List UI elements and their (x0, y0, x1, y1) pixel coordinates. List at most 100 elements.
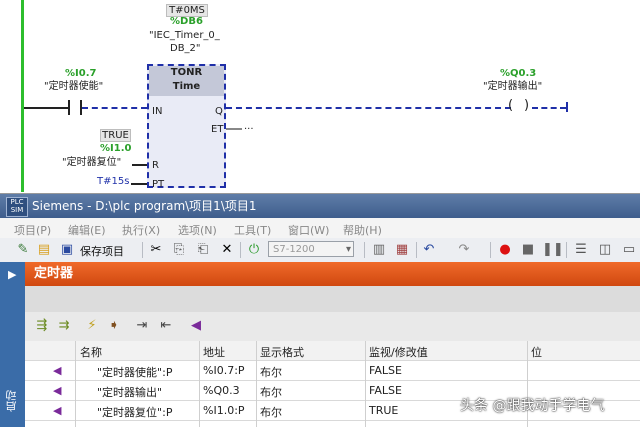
tag-icon: ◀ (53, 364, 62, 377)
tonr-block[interactable]: TONR Time IN Q ET R PT (147, 64, 226, 190)
db-tag: %DB6 (170, 16, 203, 27)
col-name: 名称 (80, 346, 102, 359)
column-divider (75, 341, 76, 427)
row-address: %Q0.3 (203, 384, 240, 397)
table-title: 定时器 (34, 266, 74, 281)
row-value[interactable]: TRUE (369, 404, 398, 417)
paste-icon[interactable]: ⎗ (194, 241, 212, 259)
separator (142, 242, 143, 258)
chevron-down-icon: ▾ (345, 244, 351, 255)
pt-wire (131, 183, 147, 185)
row-name: "定时器使能":P (97, 366, 173, 379)
row-format[interactable]: 布尔 (260, 364, 282, 380)
row-name: "定时器复位":P (97, 406, 173, 419)
module-icon[interactable]: ▥ (370, 241, 388, 259)
row-address: %I1.0:P (203, 404, 245, 417)
reset-name: "定时器复位" (62, 157, 122, 168)
pin-et: ET (211, 124, 224, 135)
col-format: 显示格式 (260, 346, 304, 359)
stop-icon[interactable]: ■ (519, 241, 537, 259)
expand-arrow-icon[interactable]: ▶ (8, 268, 16, 281)
undo-icon[interactable]: ↶ (420, 241, 438, 259)
cpu-select[interactable]: S7-1200 ▾ (268, 241, 354, 257)
row-format[interactable]: 布尔 (260, 384, 282, 400)
copy-icon[interactable]: ⎘ (170, 241, 188, 259)
contact-left-bar (68, 100, 70, 115)
tag-icon: ◀ (53, 384, 62, 397)
delete-icon[interactable]: ✕ (218, 241, 236, 259)
separator (364, 242, 365, 258)
instance-name-line2: DB_2" (170, 43, 201, 54)
reset-wire (132, 164, 147, 166)
separator (416, 242, 417, 258)
right-end (566, 102, 568, 112)
menu-window[interactable]: 窗口(W) (288, 222, 329, 238)
save-project-button[interactable]: 保存项目 (80, 243, 124, 259)
in-address: %I0.7 (65, 68, 97, 79)
table-header-row: 名称 地址 显示格式 监视/修改值 位 (25, 341, 640, 361)
new-project-icon[interactable]: ✎ (14, 241, 32, 259)
redo-icon[interactable]: ↷ (455, 241, 473, 259)
export-icon[interactable]: ⇥ (133, 317, 151, 335)
nav-strip[interactable]: ▶ 启动 (0, 262, 25, 427)
cpu-select-value: S7-1200 (273, 244, 315, 255)
menu-tools[interactable]: 工具(T) (234, 222, 271, 238)
table-toolbar: ⇶ ⇉ ⚡ ➧ ⇥ ⇤ ◀ (25, 312, 640, 342)
plcsim-logo: PLC SIM (6, 197, 28, 217)
row-value[interactable]: FALSE (369, 364, 402, 377)
title-bar: PLC SIM Siemens - D:\plc program\项目1\项目1 (0, 194, 640, 218)
table-row[interactable]: ◀ "定时器使能":P %I0.7:P 布尔 FALSE (25, 361, 640, 381)
separator (490, 242, 491, 258)
ladder-diagram: T#0MS %DB6 "IEC_Timer_0_ DB_2" %I0.7 "定时… (0, 0, 640, 192)
col-bit: 位 (531, 346, 542, 359)
in-wire (82, 107, 147, 109)
window-title: Siemens - D:\plc program\项目1\项目1 (32, 199, 257, 213)
block-type: TONR (170, 67, 203, 78)
row-value[interactable]: FALSE (369, 384, 402, 397)
block-subtype: Time (172, 81, 201, 92)
menu-options[interactable]: 选项(N) (178, 222, 217, 238)
window-icon[interactable]: ▭ (620, 241, 638, 259)
menu-edit[interactable]: 编辑(E) (68, 222, 106, 238)
col-address: 地址 (203, 346, 225, 359)
pin-r: R (152, 160, 159, 171)
modify-all-icon[interactable]: ➧ (105, 317, 123, 335)
column-divider (199, 341, 200, 427)
menu-project[interactable]: 项目(P) (14, 222, 51, 238)
reset-address: %I1.0 (100, 143, 132, 154)
watermark: 头条 @跟我动手学电气 (460, 398, 605, 414)
column-divider (365, 341, 366, 427)
insert-row-icon[interactable]: ⇶ (33, 317, 51, 335)
pin-q: Q (215, 106, 223, 117)
pause-icon[interactable]: ❚❚ (542, 241, 564, 259)
coil-left: ( (508, 98, 514, 113)
cut-icon[interactable]: ✂ (147, 241, 165, 259)
module-alt-icon[interactable]: ▦ (393, 241, 411, 259)
open-project-icon[interactable]: ▤ (35, 241, 53, 259)
record-icon[interactable]: ● (496, 241, 514, 259)
power-icon[interactable]: ⏻ (245, 241, 263, 259)
tag-icon: ◀ (53, 404, 62, 417)
layout-horizontal-icon[interactable]: ☰ (572, 241, 590, 259)
table-title-bar: 定时器 (25, 262, 640, 286)
pin-pt: PT (152, 179, 165, 190)
separator (240, 242, 241, 258)
power-rail (21, 0, 24, 192)
pin-in: IN (152, 106, 163, 117)
menu-run[interactable]: 执行(X) (122, 222, 160, 238)
row-address: %I0.7:P (203, 364, 245, 377)
out-name: "定时器输出" (483, 81, 543, 92)
save-icon[interactable]: ▣ (58, 241, 76, 259)
tonr-header: TONR Time (149, 66, 224, 96)
plcsim-window: PLC SIM Siemens - D:\plc program\项目1\项目1 … (0, 193, 640, 427)
row-format[interactable]: 布尔 (260, 404, 282, 420)
modify-icon[interactable]: ⚡ (83, 317, 101, 335)
add-row-icon[interactable]: ⇉ (55, 317, 73, 335)
tag-icon[interactable]: ◀ (187, 317, 205, 335)
in-name: "定时器使能" (44, 81, 104, 92)
out-address: %Q0.3 (500, 68, 537, 79)
menu-help[interactable]: 帮助(H) (343, 222, 382, 238)
nav-label: 启动 (5, 390, 18, 412)
layout-vertical-icon[interactable]: ◫ (596, 241, 614, 259)
import-icon[interactable]: ⇤ (157, 317, 175, 335)
